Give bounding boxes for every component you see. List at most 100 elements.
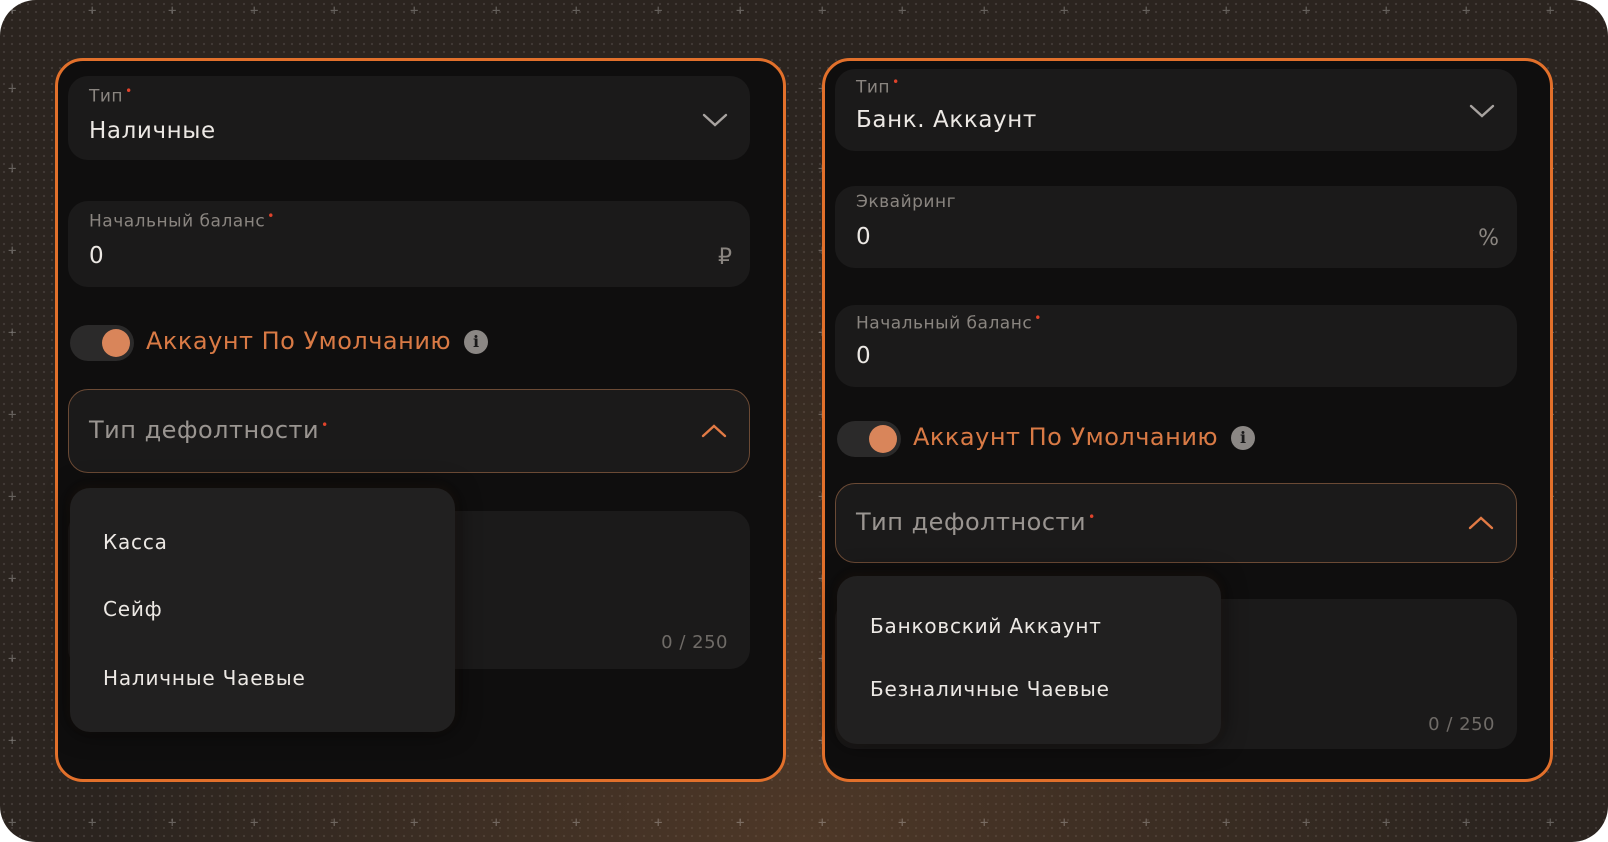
default-account-toggle[interactable] — [837, 421, 901, 457]
initial-balance-value: 0 — [89, 243, 105, 269]
plus-mark: + — [168, 3, 177, 19]
plus-mark: + — [8, 651, 17, 667]
initial-balance-label: Начальный баланс • — [856, 311, 1042, 334]
default-type-select[interactable]: Тип дефолтности • — [68, 389, 750, 473]
plus-mark: + — [1222, 3, 1231, 19]
plus-mark: + — [654, 3, 663, 19]
plus-mark: + — [1302, 815, 1311, 831]
plus-mark: + — [8, 3, 17, 19]
plus-mark: + — [1142, 3, 1151, 19]
plus-mark: + — [410, 815, 419, 831]
plus-mark: + — [1462, 815, 1471, 831]
toggle-knob — [869, 425, 897, 453]
default-account-toggle[interactable] — [70, 325, 134, 361]
chevron-up-icon[interactable] — [1468, 515, 1494, 531]
char-counter: 0 / 250 — [661, 632, 728, 653]
plus-mark: + — [654, 815, 663, 831]
chevron-down-icon[interactable] — [702, 112, 728, 128]
type-value: Наличные — [89, 118, 216, 144]
plus-mark: + — [1222, 815, 1231, 831]
plus-mark: + — [572, 3, 581, 19]
plus-mark: + — [250, 815, 259, 831]
account-form-cash: Тип • Наличные Начальный баланс • 0 ₽ Акка… — [55, 58, 786, 782]
background-canvas: + + + + + + + + + + + + + + + + + + + + + + + + + + + + + + + + + + + + + + + +… — [0, 0, 1608, 842]
plus-mark: + — [980, 815, 989, 831]
plus-mark: + — [8, 161, 17, 177]
plus-mark: + — [1060, 815, 1069, 831]
acquiring-field[interactable]: Эквайринг 0 % — [835, 186, 1517, 268]
default-account-row: Аккаунт По Умолчанию i — [70, 325, 570, 365]
default-account-row: Аккаунт По Умолчанию i — [837, 421, 1337, 461]
default-type-select[interactable]: Тип дефолтности • — [835, 483, 1517, 563]
percent-icon: % — [1478, 226, 1499, 251]
ruble-icon: ₽ — [718, 245, 732, 270]
default-type-dropdown: Банковский Аккаунт Безналичные Чаевые — [837, 576, 1221, 744]
default-type-placeholder: Тип дефолтности • — [89, 416, 329, 444]
dropdown-option-bank-account[interactable]: Банковский Аккаунт — [870, 614, 1102, 638]
default-account-label: Аккаунт По Умолчанию — [913, 423, 1219, 451]
required-mark: • — [1034, 311, 1042, 325]
plus-mark: + — [1382, 815, 1391, 831]
required-mark: • — [321, 418, 329, 432]
required-mark: • — [892, 75, 900, 89]
char-counter: 0 / 250 — [1428, 714, 1495, 735]
plus-mark: + — [330, 815, 339, 831]
type-select[interactable]: Тип • Банк. Аккаунт — [835, 69, 1517, 151]
plus-mark: + — [492, 3, 501, 19]
plus-mark: + — [8, 489, 17, 505]
plus-mark: + — [168, 815, 177, 831]
toggle-knob — [102, 329, 130, 357]
default-type-dropdown: Касса Сейф Наличные Чаевые — [70, 488, 455, 732]
plus-mark: + — [818, 815, 827, 831]
plus-mark: + — [572, 815, 581, 831]
plus-mark: + — [8, 815, 17, 831]
plus-mark: + — [330, 3, 339, 19]
required-mark: • — [1088, 510, 1096, 524]
plus-mark: + — [736, 815, 745, 831]
initial-balance-value: 0 — [856, 343, 872, 369]
account-form-bank: Тип • Банк. Аккаунт Эквайринг 0 % Начальн… — [822, 58, 1553, 782]
plus-mark: + — [88, 815, 97, 831]
required-mark: • — [267, 209, 275, 223]
plus-mark: + — [8, 407, 17, 423]
dropdown-option-kassa[interactable]: Касса — [103, 530, 168, 554]
initial-balance-field[interactable]: Начальный баланс • 0 ₽ — [68, 201, 750, 287]
plus-mark: + — [898, 815, 907, 831]
plus-mark: + — [1060, 3, 1069, 19]
plus-mark: + — [8, 733, 17, 749]
plus-mark: + — [410, 3, 419, 19]
plus-mark: + — [1462, 3, 1471, 19]
info-icon[interactable]: i — [464, 330, 488, 354]
type-value: Банк. Аккаунт — [856, 107, 1037, 133]
plus-mark: + — [88, 3, 97, 19]
dropdown-option-cash-tips[interactable]: Наличные Чаевые — [103, 666, 306, 690]
plus-mark: + — [8, 81, 17, 97]
required-mark: • — [125, 84, 133, 98]
type-label: Тип • — [856, 75, 900, 98]
dropdown-option-safe[interactable]: Сейф — [103, 597, 163, 621]
plus-mark: + — [8, 243, 17, 259]
dropdown-option-cashless-tips[interactable]: Безналичные Чаевые — [870, 677, 1110, 701]
default-type-placeholder: Тип дефолтности • — [856, 508, 1096, 536]
plus-mark: + — [1546, 815, 1555, 831]
plus-mark: + — [8, 571, 17, 587]
chevron-up-icon[interactable] — [701, 423, 727, 439]
type-label: Тип • — [89, 84, 133, 107]
plus-mark: + — [250, 3, 259, 19]
acquiring-label: Эквайринг — [856, 192, 957, 212]
plus-mark: + — [898, 3, 907, 19]
initial-balance-field[interactable]: Начальный баланс • 0 — [835, 305, 1517, 387]
initial-balance-label: Начальный баланс • — [89, 209, 275, 232]
plus-mark: + — [8, 325, 17, 341]
plus-mark: + — [1546, 3, 1555, 19]
plus-mark: + — [492, 815, 501, 831]
plus-mark: + — [1142, 815, 1151, 831]
acquiring-value: 0 — [856, 224, 872, 250]
default-account-label: Аккаунт По Умолчанию — [146, 327, 452, 355]
plus-mark: + — [818, 3, 827, 19]
plus-mark: + — [1302, 3, 1311, 19]
info-icon[interactable]: i — [1231, 426, 1255, 450]
plus-mark: + — [1382, 3, 1391, 19]
chevron-down-icon[interactable] — [1469, 103, 1495, 119]
type-select[interactable]: Тип • Наличные — [68, 76, 750, 160]
